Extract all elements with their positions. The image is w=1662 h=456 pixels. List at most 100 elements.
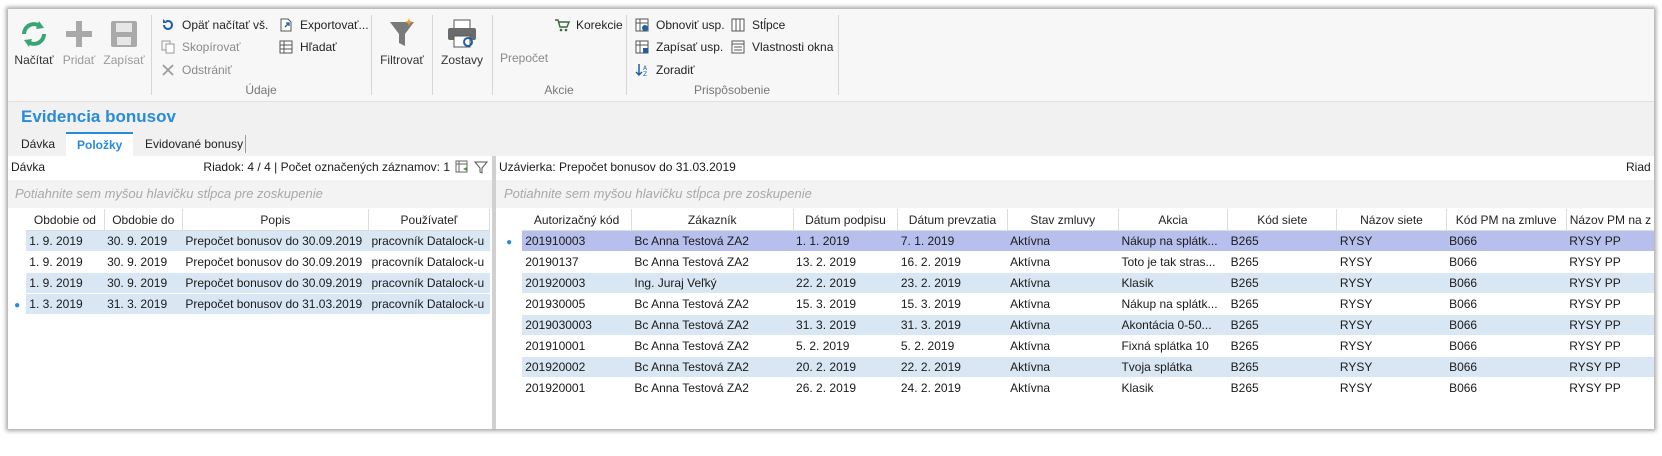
table-cell: 30. 9. 2019: [104, 230, 183, 252]
table-cell: 1. 1. 2019: [793, 230, 898, 252]
table-cell: 31. 3. 2019: [104, 293, 183, 315]
save-layout-button[interactable]: Zapísať usp.: [634, 38, 723, 56]
table-row[interactable]: 1. 9. 2019 30. 9. 2019 Prepočet bonusov …: [8, 251, 490, 273]
column-header[interactable]: Zákazník: [631, 209, 794, 231]
table-row[interactable]: 201920001 Bc Anna Testová ZA2 26. 2. 2019 2…: [496, 377, 1654, 399]
sort-button[interactable]: AZ Zoradiť: [634, 61, 695, 79]
table-row[interactable]: 20190137 Bc Anna Testová ZA2 13. 2. 2019 16…: [496, 251, 1654, 273]
table-cell: RYSY: [1336, 251, 1447, 273]
column-header[interactable]: Obdobie od: [26, 209, 105, 231]
add-button[interactable]: Pridať: [60, 15, 98, 67]
recalc-button[interactable]: Prepočet: [500, 49, 548, 67]
table-cell: pracovník Datalock-u: [368, 230, 490, 252]
table-cell: B265: [1227, 314, 1337, 336]
table-cell: B066: [1446, 251, 1567, 273]
restore-layout-button[interactable]: Obnoviť usp.: [634, 16, 725, 34]
column-header[interactable]: Názov siete: [1336, 209, 1447, 231]
table-cell: Prepočet bonusov do 30.09.2019: [182, 272, 369, 294]
table-cell: 22. 2. 2019: [897, 356, 1008, 378]
tab-polozky[interactable]: Položky: [66, 132, 134, 156]
export-button[interactable]: Exportovať...: [278, 16, 369, 34]
window-props-icon: [731, 40, 745, 54]
cart-icon: [555, 19, 570, 32]
reload-all-button[interactable]: Opäť načítať vš.: [160, 16, 268, 34]
table-cell: RYSY PP: [1566, 377, 1654, 399]
group-by-hint[interactable]: Potiahnite sem myšou hlavičku stĺpca pre…: [8, 180, 492, 208]
current-row-indicator: ●: [506, 237, 513, 248]
table-cell: Aktívna: [1007, 314, 1119, 336]
table-row[interactable]: 201930005 Bc Anna Testová ZA2 15. 3. 2019 1…: [496, 293, 1654, 315]
sort-icon: AZ: [635, 64, 648, 77]
copy-button[interactable]: Skopírovať: [160, 38, 241, 56]
table-row[interactable]: 1. 9. 2019 30. 9. 2019 Prepočet bonusov …: [8, 230, 490, 252]
table-cell: Ing. Juraj Veľký: [631, 272, 794, 294]
ribbon: Načítať Pridať Zapísať Opäť načítať vš. …: [8, 9, 1654, 102]
tab-evidovane-bonusy[interactable]: Evidované bonusy: [134, 132, 254, 156]
ribbon-separator: [371, 15, 372, 95]
save-button[interactable]: Zapísať: [102, 15, 146, 67]
filter-icon[interactable]: [473, 159, 489, 181]
row-indicator-header: [8, 209, 27, 231]
items-pane: Uzávierka: Prepočet bonusov do 31.03.201…: [496, 156, 1654, 429]
items-pane-header: Uzávierka: Prepočet bonusov do 31.03.201…: [496, 156, 1654, 178]
table-cell: B265: [1227, 377, 1337, 399]
table-cell: 201910001: [522, 335, 632, 357]
table-cell: Prepočet bonusov do 31.03.2019: [182, 293, 369, 315]
column-header[interactable]: Kód siete: [1227, 209, 1338, 231]
corrections-button[interactable]: Korekcie: [554, 16, 623, 34]
export-grid-icon[interactable]: [455, 159, 469, 181]
column-header[interactable]: Stav zmluvy: [1007, 209, 1119, 231]
layout-restore-icon: [635, 18, 649, 32]
table-cell: Fixná splátka 10: [1118, 335, 1228, 357]
column-header[interactable]: Dátum prevzatia: [897, 209, 1008, 231]
table-cell: Bc Anna Testová ZA2: [631, 230, 794, 252]
table-row[interactable]: ● 1. 3. 2019 31. 3. 2019 Prepočet bonuso…: [8, 293, 490, 315]
column-header[interactable]: Popis: [182, 209, 369, 231]
table-row[interactable]: 201920002 Bc Anna Testová ZA2 20. 2. 2019 2…: [496, 356, 1654, 378]
table-row[interactable]: ● 201910003 Bc Anna Testová ZA2 1. 1. 2019 7…: [496, 230, 1654, 252]
column-header[interactable]: Dátum podpisu: [793, 209, 899, 231]
filter-button[interactable]: Filtrovať: [376, 15, 428, 67]
table-cell: 30. 9. 2019: [104, 272, 183, 294]
columns-button[interactable]: Stĺpce: [730, 16, 785, 34]
column-header[interactable]: Používateľ: [368, 209, 491, 231]
table-row[interactable]: 201910001 Bc Anna Testová ZA2 5. 2. 2019 5.…: [496, 335, 1654, 357]
table-cell: RYSY: [1336, 314, 1447, 336]
table-cell: 30. 9. 2019: [104, 251, 183, 273]
table-cell: RYSY PP: [1566, 272, 1654, 294]
add-label: Pridať: [62, 53, 96, 67]
window-props-button[interactable]: Vlastnosti okna: [730, 38, 833, 56]
table-row[interactable]: 2019030003 Bc Anna Testová ZA2 31. 3. 2019…: [496, 314, 1654, 336]
table-cell: 20190137: [522, 251, 632, 273]
reports-button[interactable]: Zostavy: [436, 15, 488, 67]
find-table-icon: [279, 40, 293, 54]
table-cell: B265: [1227, 251, 1337, 273]
page-header: Evidencia bonusov: [8, 102, 1654, 132]
reload-button[interactable]: Načítať: [12, 15, 56, 67]
table-cell: Aktívna: [1007, 356, 1119, 378]
table-cell: Klasik: [1118, 377, 1228, 399]
close-icon: [162, 64, 174, 76]
table-cell: 15. 3. 2019: [897, 293, 1008, 315]
table-cell: Aktívna: [1007, 230, 1119, 252]
reports-label: Zostavy: [440, 53, 483, 67]
table-cell: 1. 3. 2019: [26, 293, 105, 315]
column-header[interactable]: Autorizačný kód: [522, 209, 632, 231]
table-cell: 201930005: [522, 293, 632, 315]
delete-button[interactable]: Odstrániť: [160, 61, 232, 79]
column-header[interactable]: Obdobie do: [104, 209, 183, 231]
table-cell: RYSY: [1336, 335, 1447, 357]
group-by-hint[interactable]: Potiahnite sem myšou hlavičku stĺpca pre…: [496, 180, 1654, 208]
column-header[interactable]: Kód PM na zmluve: [1446, 209, 1567, 231]
column-header[interactable]: Akcia: [1118, 209, 1229, 231]
table-cell: Bc Anna Testová ZA2: [631, 356, 794, 378]
reload-small-icon: [163, 19, 173, 30]
find-button[interactable]: Hľadať: [278, 38, 337, 56]
table-row[interactable]: 201920003 Ing. Juraj Veľký 22. 2. 2019 23. …: [496, 272, 1654, 294]
column-header[interactable]: Názov PM na z: [1566, 209, 1654, 231]
customize-group-label: Prispôsobenie: [693, 83, 771, 97]
table-cell: Klasik: [1118, 272, 1228, 294]
table-row[interactable]: 1. 9. 2019 30. 9. 2019 Prepočet bonusov …: [8, 272, 490, 294]
tab-davka[interactable]: Dávka: [10, 132, 66, 156]
ribbon-separator: [432, 15, 433, 95]
